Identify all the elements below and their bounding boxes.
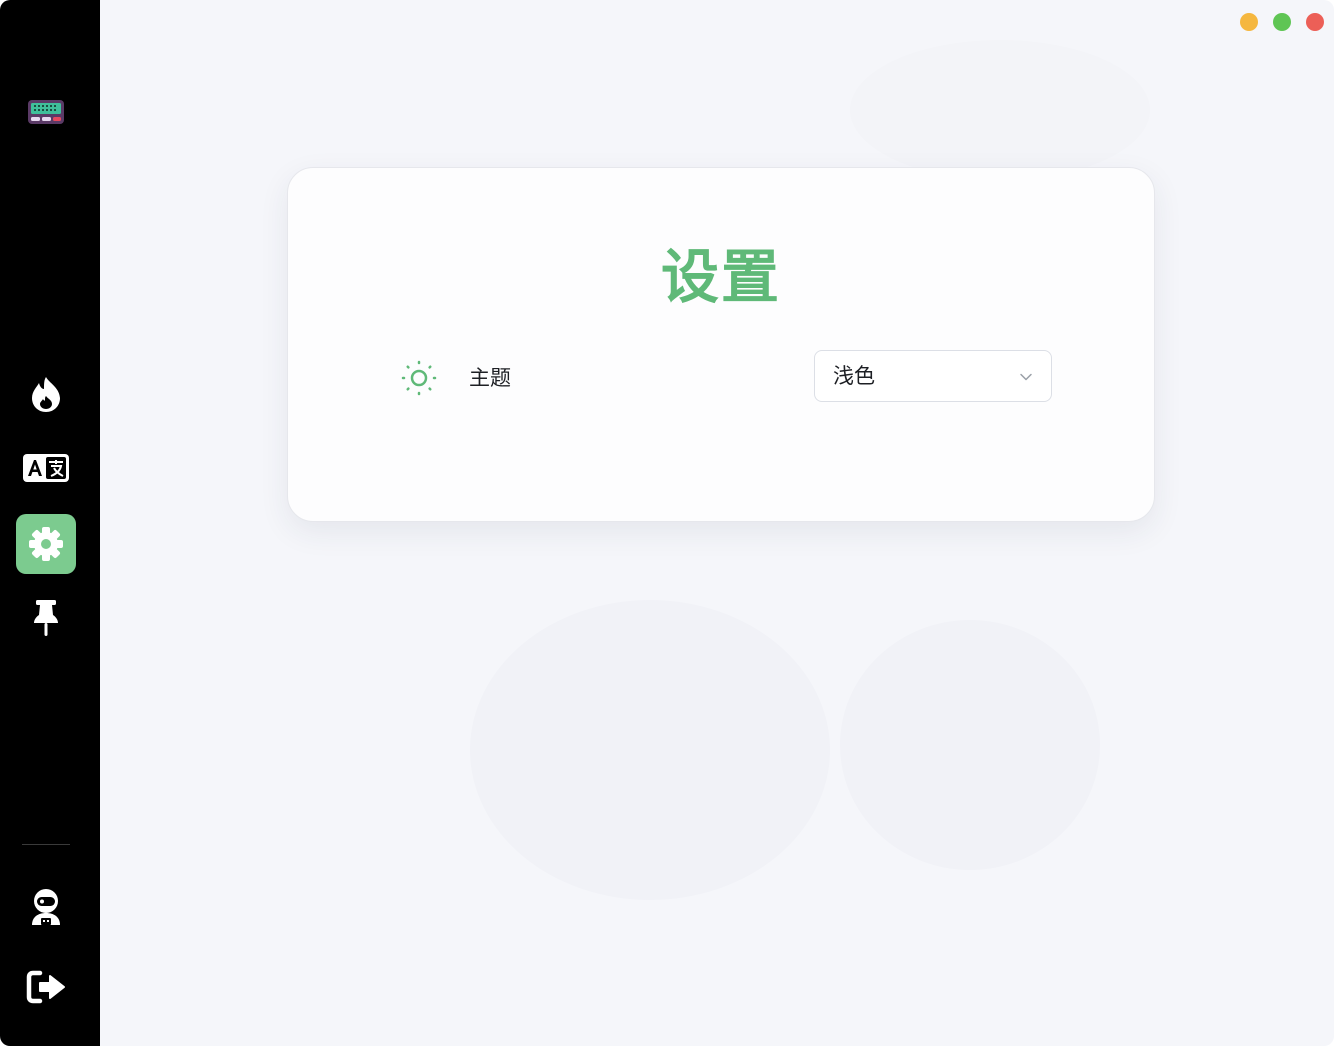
- flame-icon: [32, 377, 60, 412]
- background-shape: [850, 40, 1150, 180]
- background-shape: [840, 620, 1100, 870]
- logout-icon: [26, 970, 65, 1004]
- theme-select[interactable]: 浅色: [814, 350, 1052, 402]
- keyboard-icon: [26, 96, 66, 128]
- sidebar-item-hot[interactable]: [16, 364, 76, 424]
- theme-select-value: 浅色: [833, 364, 875, 388]
- sun-icon: [400, 359, 438, 397]
- theme-label: 主题: [469, 366, 511, 390]
- background-shape: [470, 600, 830, 900]
- sidebar-item-logout[interactable]: [16, 957, 76, 1017]
- sidebar: [0, 0, 100, 1046]
- sidebar-item-pin[interactable]: [16, 588, 76, 648]
- translate-icon: [23, 454, 69, 482]
- settings-card: 设置 主题 浅色: [287, 167, 1155, 522]
- chevron-down-icon: [1020, 373, 1032, 381]
- sidebar-divider: [22, 844, 70, 845]
- astronaut-icon: [32, 889, 60, 925]
- maximize-button[interactable]: [1273, 13, 1291, 31]
- pin-icon: [34, 600, 58, 636]
- sidebar-item-settings[interactable]: [16, 514, 76, 574]
- gear-icon: [29, 527, 63, 561]
- close-button[interactable]: [1306, 13, 1324, 31]
- app-window: 设置 主题 浅色: [0, 0, 1334, 1046]
- sidebar-item-translate[interactable]: [16, 438, 76, 498]
- sidebar-item-account[interactable]: [16, 877, 76, 937]
- minimize-button[interactable]: [1240, 13, 1258, 31]
- page-title: 设置: [660, 243, 781, 311]
